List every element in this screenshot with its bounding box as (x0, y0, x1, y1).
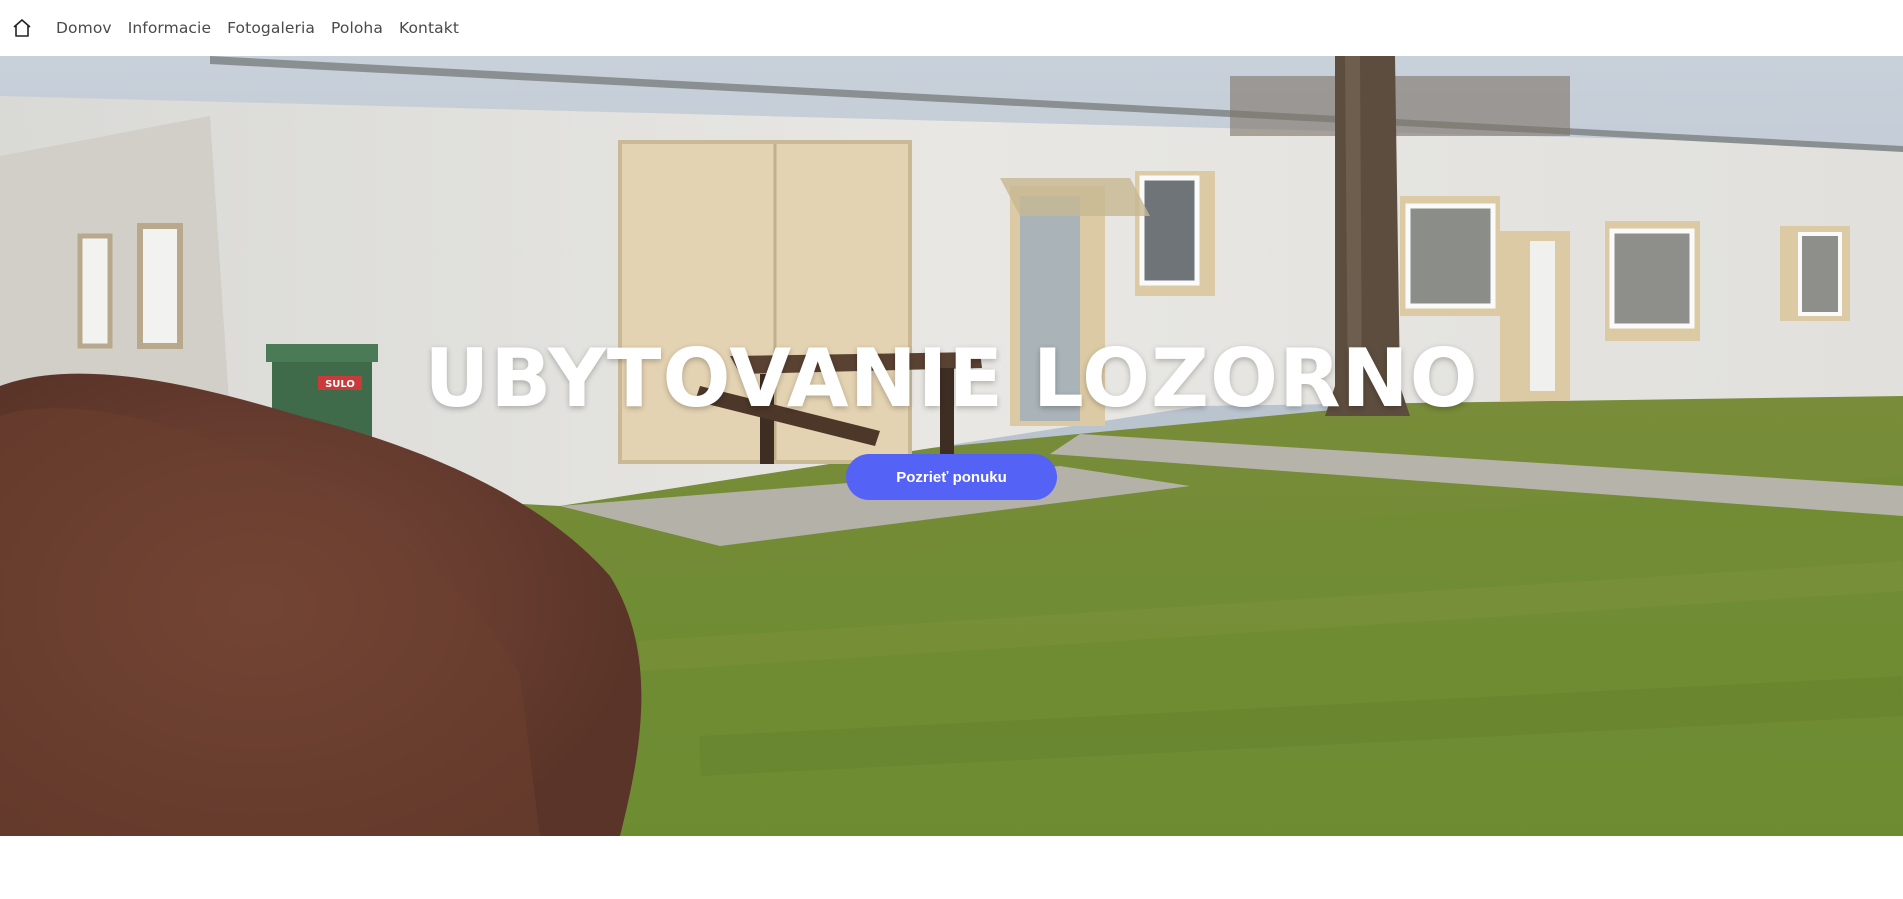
nav-link-poloha[interactable]: Poloha (331, 19, 383, 37)
nav-link-fotogaleria[interactable]: Fotogaleria (227, 19, 315, 37)
nav-link-domov[interactable]: Domov (56, 19, 112, 37)
top-navbar: Domov Informacie Fotogaleria Poloha Kont… (0, 0, 1903, 56)
view-offer-button[interactable]: Pozrieť ponuku (846, 454, 1057, 500)
hero-title: UBYTOVANIE LOZORNO (424, 332, 1479, 425)
hero-background-photo: SULO (0, 56, 1903, 836)
home-icon[interactable] (11, 17, 33, 39)
hero-section: SULO UBYTOVANIE LOZORNO Pozrieť ponuku (0, 56, 1903, 836)
nav-link-kontakt[interactable]: Kontakt (399, 19, 459, 37)
nav-link-informacie[interactable]: Informacie (128, 19, 211, 37)
